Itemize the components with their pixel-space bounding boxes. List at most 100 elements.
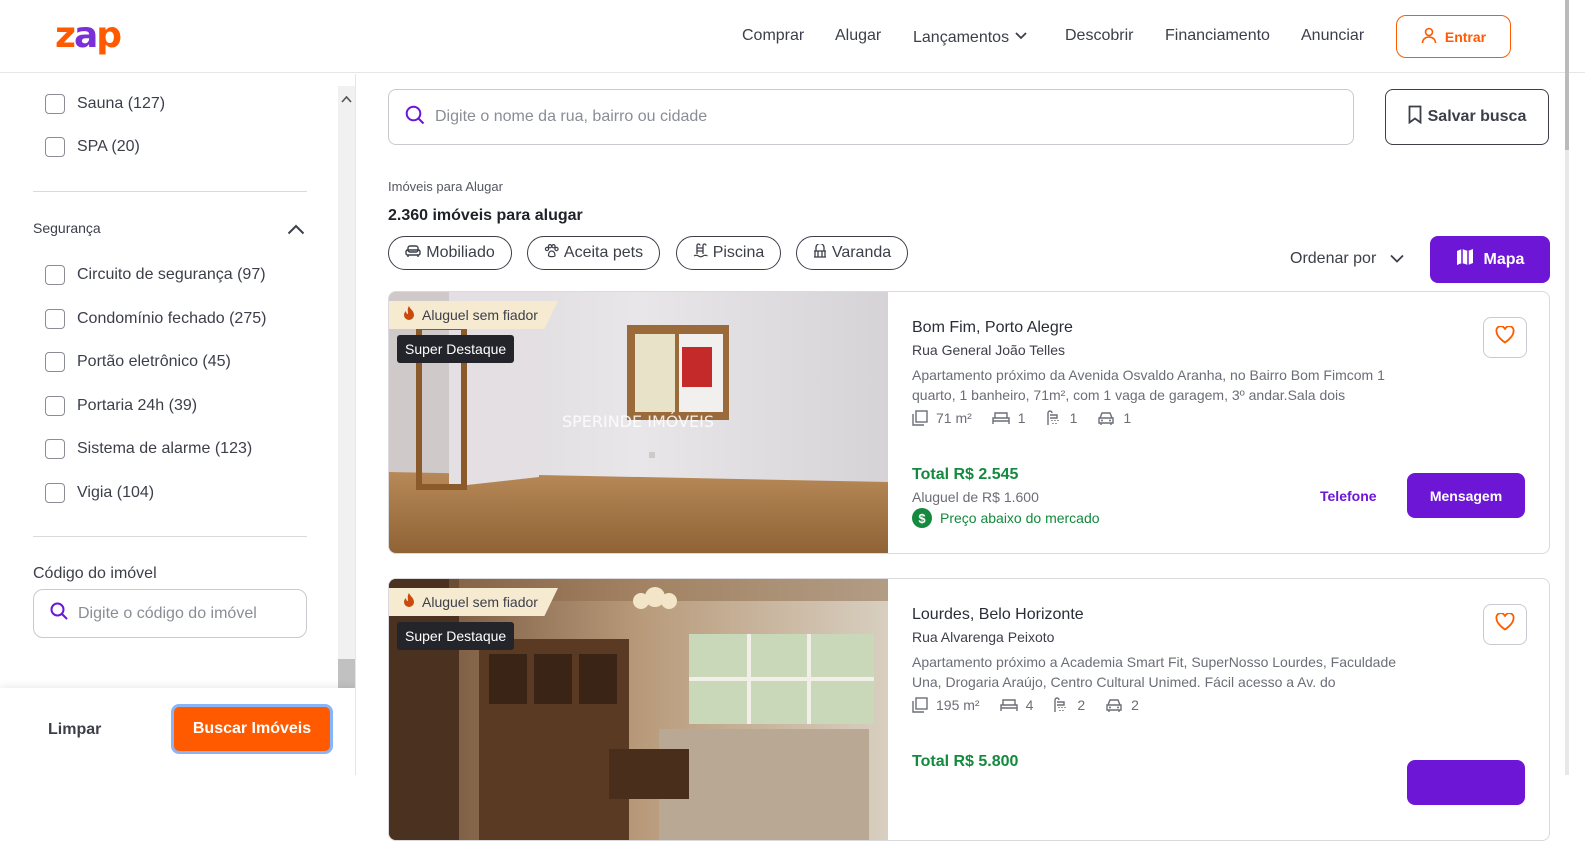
nav-comprar[interactable]: Comprar	[742, 27, 804, 45]
entrar-button[interactable]: Entrar	[1396, 15, 1511, 58]
listing-photo[interactable]: SPERINDE IMÓVEIS Aluguel sem fiador Supe…	[389, 292, 888, 553]
section-title-seguranca: Segurança	[33, 220, 101, 236]
filter-vigia[interactable]: Vigia (104)	[45, 483, 154, 503]
mensagem-button[interactable]	[1407, 760, 1525, 805]
filter-spa[interactable]: SPA (20)	[45, 137, 140, 157]
chip-aceita-pets[interactable]: Aceita pets	[527, 236, 660, 270]
mensagem-button[interactable]: Mensagem	[1407, 473, 1525, 518]
checkbox[interactable]	[45, 483, 65, 503]
chip-piscina[interactable]: Piscina	[676, 236, 781, 270]
chip-label: Piscina	[712, 244, 765, 261]
sidebar-scrollbar-thumb[interactable]	[338, 659, 355, 689]
listing-location[interactable]: Lourdes, Belo Horizonte	[912, 606, 1084, 624]
filter-alarme[interactable]: Sistema de alarme (123)	[45, 439, 252, 459]
checkbox[interactable]	[45, 137, 65, 157]
favorite-button[interactable]	[1483, 317, 1527, 358]
divider	[33, 191, 307, 192]
filter-label: Sauna (127)	[77, 95, 166, 112]
telefone-button[interactable]: Telefone	[1320, 488, 1377, 504]
listing-street: Rua Alvarenga Peixoto	[912, 629, 1055, 645]
filter-condominio[interactable]: Condomínio fechado (275)	[45, 309, 266, 329]
nav-lancamentos[interactable]: Lançamentos	[913, 27, 1027, 47]
page-scrollbar[interactable]	[1565, 0, 1569, 775]
buscar-imoveis-button[interactable]: Buscar Imóveis	[171, 704, 333, 754]
filter-portao[interactable]: Portão eletrônico (45)	[45, 352, 231, 372]
listing-location[interactable]: Bom Fim, Porto Alegre	[912, 319, 1073, 337]
salvar-busca-label: Salvar busca	[1427, 108, 1527, 125]
chip-varanda[interactable]: Varanda	[796, 236, 908, 270]
pool-icon	[693, 243, 708, 263]
parking-value: 2	[1131, 697, 1139, 713]
zap-logo[interactable]: zap	[55, 18, 122, 54]
listing-card[interactable]: Aluguel sem fiador Super Destaque Lourde…	[388, 578, 1550, 841]
page-scrollbar-thumb[interactable]	[1565, 0, 1569, 150]
checkbox[interactable]	[45, 396, 65, 416]
checkbox[interactable]	[45, 265, 65, 285]
chevron-down-icon	[1015, 27, 1027, 45]
sperinde-watermark: SPERINDE IMÓVEIS	[562, 412, 714, 431]
paw-icon	[544, 243, 559, 263]
checkbox[interactable]	[45, 309, 65, 329]
checkbox[interactable]	[45, 439, 65, 459]
favorite-button[interactable]	[1483, 604, 1527, 645]
top-header: zap Comprar Alugar Lançamentos Descobrir…	[0, 0, 1585, 73]
bookmark-icon	[1408, 105, 1422, 129]
sidebar-scrollbar[interactable]	[338, 86, 355, 689]
dollar-icon: $	[912, 508, 932, 528]
area-value: 195 m²	[936, 697, 980, 713]
filter-label: Condomínio fechado (275)	[77, 310, 267, 327]
limpar-button[interactable]: Limpar	[48, 721, 101, 739]
bed-icon	[999, 699, 1018, 711]
filter-portaria[interactable]: Portaria 24h (39)	[45, 396, 197, 416]
filter-sauna[interactable]: Sauna (127)	[45, 94, 165, 114]
checkbox[interactable]	[45, 94, 65, 114]
codigo-field[interactable]	[33, 589, 307, 638]
fire-icon	[403, 593, 415, 611]
parking-feature: 2	[1105, 697, 1139, 713]
tag-label: Aluguel sem fiador	[422, 594, 538, 610]
nav-anunciar[interactable]: Anunciar	[1301, 27, 1364, 45]
listing-card[interactable]: SPERINDE IMÓVEIS Aluguel sem fiador Supe…	[388, 291, 1550, 554]
filter-label: SPA (20)	[77, 138, 140, 155]
fire-icon	[403, 306, 415, 324]
salvar-busca-button[interactable]: Salvar busca	[1385, 89, 1549, 145]
location-search-input[interactable]	[435, 108, 1315, 126]
nav-alugar[interactable]: Alugar	[835, 27, 881, 45]
filter-label: Portaria 24h (39)	[77, 397, 198, 414]
super-destaque-tag: Super Destaque	[397, 622, 515, 650]
result-count: 2.360 imóveis para alugar	[388, 207, 583, 224]
car-icon	[1098, 411, 1115, 425]
chip-mobiliado[interactable]: Mobiliado	[388, 236, 512, 270]
chip-label: Aceita pets	[563, 244, 644, 261]
listing-info: Lourdes, Belo Horizonte Rua Alvarenga Pe…	[912, 579, 1532, 840]
nav-financiamento[interactable]: Financiamento	[1165, 27, 1270, 45]
order-by-dropdown[interactable]: Ordenar por	[1290, 250, 1404, 268]
listing-description: Apartamento próximo da Avenida Osvaldo A…	[912, 367, 1385, 403]
nav-descobrir[interactable]: Descobrir	[1065, 27, 1133, 45]
checkbox[interactable]	[45, 352, 65, 372]
mapa-button[interactable]: Mapa	[1430, 236, 1550, 283]
scroll-up-icon[interactable]	[341, 90, 352, 108]
below-market-label: Preço abaixo do mercado	[940, 510, 1100, 526]
total-price: Total R$ 2.545	[912, 466, 1019, 483]
bedroom-feature: 4	[999, 697, 1033, 713]
chevron-down-icon	[1390, 250, 1404, 268]
entrar-label: Entrar	[1444, 28, 1487, 45]
filter-label: Portão eletrônico (45)	[77, 353, 231, 370]
location-search[interactable]	[388, 89, 1354, 145]
breadcrumb[interactable]: Imóveis para Alugar	[388, 179, 503, 194]
filter-label: Vigia (104)	[77, 484, 155, 501]
codigo-input[interactable]	[78, 604, 298, 623]
parking-value: 1	[1123, 410, 1132, 426]
chevron-up-icon[interactable]	[287, 222, 305, 240]
listing-photo-image: SPERINDE IMÓVEIS	[389, 292, 888, 553]
listing-street: Rua General João Telles	[912, 342, 1066, 358]
filter-circuito[interactable]: Circuito de segurança (97)	[45, 265, 266, 285]
super-destaque-tag: Super Destaque	[397, 335, 515, 363]
area-icon	[912, 697, 928, 713]
divider	[33, 536, 307, 537]
filter-label: Circuito de segurança (97)	[77, 266, 266, 283]
listing-description: Apartamento próximo a Academia Smart Fit…	[912, 654, 1397, 690]
aluguel-sem-fiador-tag: Aluguel sem fiador	[389, 588, 558, 616]
listing-photo[interactable]: Aluguel sem fiador Super Destaque	[389, 579, 888, 840]
